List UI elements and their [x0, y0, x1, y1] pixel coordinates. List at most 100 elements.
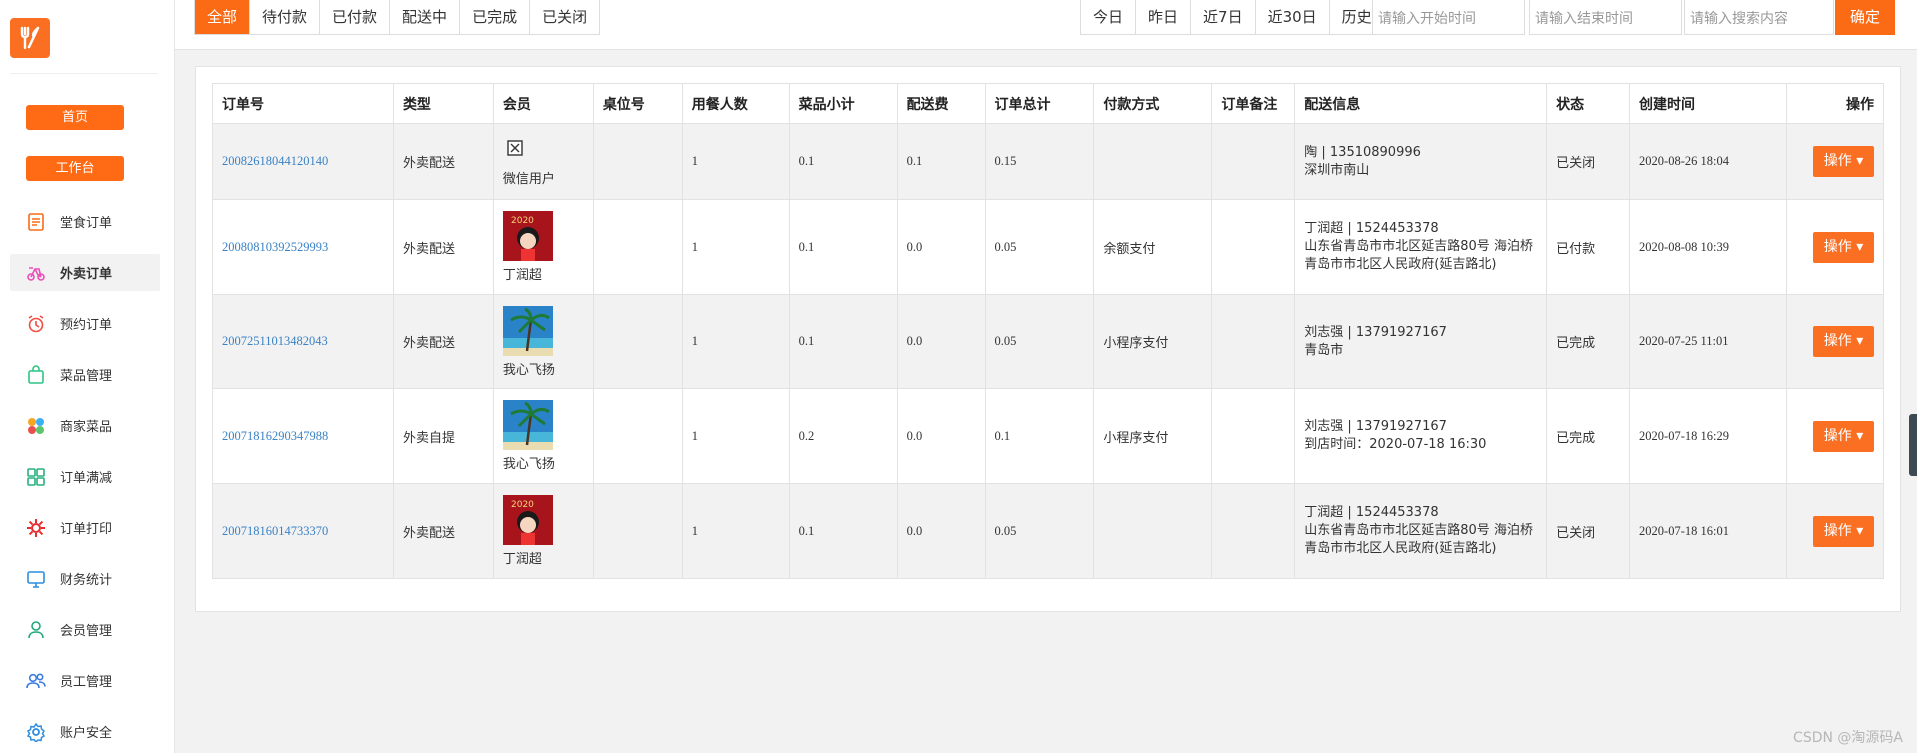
- search-input[interactable]: 请输入搜索内容: [1684, 0, 1834, 35]
- range-7-days[interactable]: 近7日: [1191, 0, 1256, 34]
- order-no-link[interactable]: 20072511013482043: [222, 334, 328, 348]
- sidebar-item-dine-in-orders[interactable]: 堂食订单: [10, 203, 160, 240]
- status-cell: 已完成: [1546, 294, 1631, 389]
- type-cell: 外卖配送: [392, 123, 494, 200]
- sidebar-item-member-management[interactable]: 会员管理: [10, 611, 160, 648]
- delivery-address: 山东省青岛市市北区延吉路80号 海泊桥青岛市市北区人民政府(延吉路北): [1304, 523, 1533, 556]
- diners-cell: 1: [681, 294, 790, 389]
- operation-dropdown-button[interactable]: 操作 ▾: [1813, 231, 1874, 263]
- remark-cell: [1211, 294, 1296, 389]
- operation-cell: 操作 ▾: [1785, 123, 1885, 200]
- sidebar-item-label: 菜品管理: [60, 369, 113, 384]
- table-header-row: 订单号 类型 会员 桌位号 用餐人数 菜品小计 配送费 订单总计 付款方式 订单…: [212, 83, 1885, 124]
- sidebar-item-label: 堂食订单: [60, 216, 113, 231]
- col-remark: 订单备注: [1211, 83, 1296, 124]
- table-row: 20082618044120140 外卖配送 微信用户 1 0.1 0.1 0.…: [212, 123, 1885, 200]
- sidebar-item-reservation-orders[interactable]: 预约订单: [10, 305, 160, 342]
- seat-cell: [592, 483, 683, 579]
- delivery-fee-cell: 0.0: [896, 483, 986, 579]
- range-yesterday[interactable]: 昨日: [1136, 0, 1192, 34]
- created-cell: 2020-07-25 11:01: [1629, 294, 1787, 389]
- order-no-cell: 20072511013482043: [212, 294, 394, 389]
- type-cell: 外卖配送: [392, 294, 494, 389]
- sidebar-item-staff-management[interactable]: 员工管理: [10, 662, 160, 699]
- created-cell: 2020-07-18 16:29: [1629, 388, 1787, 484]
- delivery-fee-cell: 0.0: [896, 388, 986, 484]
- status-tabs: 全部 待付款 已付款 配送中 已完成 已关闭: [194, 0, 601, 35]
- order-no-link[interactable]: 20071816014733370: [222, 524, 328, 538]
- sidebar-item-label: 账户安全: [60, 726, 113, 741]
- diners-cell: 1: [681, 483, 790, 579]
- col-created: 创建时间: [1629, 83, 1787, 124]
- operation-dropdown-button[interactable]: 操作 ▾: [1813, 146, 1874, 177]
- broken-image-icon: [507, 140, 523, 156]
- type-cell: 外卖配送: [392, 199, 494, 295]
- range-30-days[interactable]: 近30日: [1256, 0, 1330, 34]
- tab-closed[interactable]: 已关闭: [530, 0, 600, 34]
- remark-cell: [1211, 483, 1296, 579]
- member-avatar: [502, 400, 553, 450]
- col-total: 订单总计: [984, 83, 1095, 124]
- workbench-button[interactable]: 工作台: [26, 156, 124, 181]
- end-time-input[interactable]: 请输入结束时间: [1529, 0, 1682, 35]
- member-name: 丁润超: [502, 552, 542, 567]
- operation-dropdown-button[interactable]: 操作 ▾: [1813, 420, 1874, 452]
- tab-pending-payment[interactable]: 待付款: [250, 0, 321, 34]
- operation-cell: 操作 ▾: [1785, 483, 1885, 579]
- delivery-contact: 刘志强 | 13791927167: [1304, 419, 1447, 434]
- order-no-link[interactable]: 20071816290347988: [222, 429, 328, 443]
- diners-cell: 1: [681, 199, 790, 295]
- sidebar-item-finance-stats[interactable]: 财务统计: [10, 560, 160, 597]
- users-icon: [26, 672, 46, 688]
- operation-dropdown-button[interactable]: 操作 ▾: [1813, 515, 1874, 547]
- seat-cell: [592, 123, 683, 200]
- status-cell: 已完成: [1546, 388, 1631, 484]
- app-logo[interactable]: [10, 18, 50, 58]
- orders-card: 订单号 类型 会员 桌位号 用餐人数 菜品小计 配送费 订单总计 付款方式 订单…: [195, 66, 1901, 612]
- delivery-contact: 刘志强 | 13791927167: [1304, 324, 1447, 340]
- sidebar-item-account-security[interactable]: 账户安全: [10, 713, 160, 750]
- delivery-contact: 丁润超 | 1524453378: [1304, 221, 1439, 236]
- delivery-bike-icon: [27, 266, 45, 281]
- home-button[interactable]: 首页: [26, 105, 124, 130]
- gear-icon: [27, 518, 45, 537]
- remark-cell: [1211, 123, 1296, 200]
- confirm-button[interactable]: 确定: [1835, 0, 1895, 35]
- created-cell: 2020-08-08 10:39: [1629, 199, 1787, 295]
- sidebar-item-dish-management[interactable]: 菜品管理: [10, 356, 160, 393]
- delivery-info-cell: 刘志强 | 13791927167 到店时间：2020-07-18 16:30: [1294, 388, 1548, 484]
- monitor-icon: [27, 570, 45, 588]
- created-cell: 2020-08-26 18:04: [1629, 123, 1787, 200]
- sidebar-item-label: 订单打印: [60, 522, 113, 537]
- col-type: 类型: [392, 83, 494, 124]
- start-time-input[interactable]: 请输入开始时间: [1372, 0, 1525, 35]
- order-no-link[interactable]: 20080810392529993: [222, 240, 328, 254]
- order-no-cell: 20082618044120140: [212, 123, 394, 200]
- order-no-cell: 20071816290347988: [212, 388, 394, 484]
- type-cell: 外卖自提: [392, 388, 494, 484]
- delivery-fee-cell: 0.0: [896, 294, 986, 389]
- seat-cell: [592, 388, 683, 484]
- subtotal-cell: 0.1: [788, 294, 898, 389]
- tab-paid[interactable]: 已付款: [320, 0, 391, 34]
- range-today[interactable]: 今日: [1081, 0, 1137, 34]
- sidebar-item-order-discounts[interactable]: 订单满减: [10, 458, 160, 495]
- sidebar-item-order-printing[interactable]: 订单打印: [10, 509, 160, 546]
- tab-completed[interactable]: 已完成: [460, 0, 531, 34]
- payment-cell: [1093, 483, 1213, 579]
- member-cell: 我心飞扬: [492, 388, 594, 484]
- diners-cell: 1: [681, 388, 790, 484]
- member-name: 微信用户: [502, 172, 555, 187]
- col-operation: 操作: [1785, 83, 1885, 124]
- sidebar-item-merchant-dishes[interactable]: 商家菜品: [10, 407, 160, 444]
- order-no-link[interactable]: 20082618044120140: [222, 154, 328, 168]
- tab-delivering[interactable]: 配送中: [390, 0, 461, 34]
- delivery-contact: 陶 | 13510890996: [1304, 144, 1421, 160]
- total-cell: 0.05: [984, 199, 1095, 295]
- sidebar-item-takeout-orders[interactable]: 外卖订单: [10, 254, 160, 291]
- tab-all[interactable]: 全部: [195, 0, 251, 34]
- operation-dropdown-button[interactable]: 操作 ▾: [1813, 326, 1874, 357]
- side-scroll-handle[interactable]: [1909, 414, 1917, 476]
- alarm-clock-icon: [28, 314, 44, 332]
- remark-cell: [1211, 199, 1296, 295]
